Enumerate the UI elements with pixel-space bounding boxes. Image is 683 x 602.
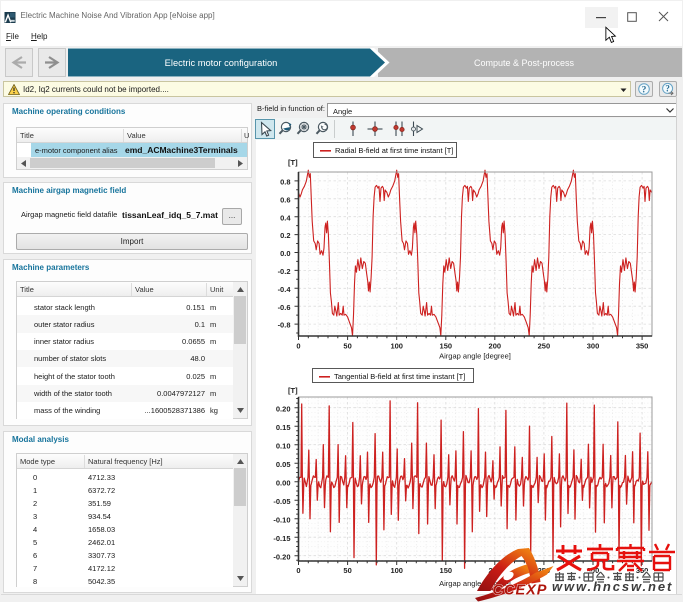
svg-text:350: 350	[636, 342, 649, 351]
svg-text:0.4: 0.4	[280, 213, 291, 222]
svg-text:0.2: 0.2	[280, 231, 290, 240]
svg-text:Electric motor configuration: Electric motor configuration	[165, 58, 278, 68]
svg-text:Compute & Post-process: Compute & Post-process	[474, 58, 575, 68]
svg-text:0.15: 0.15	[276, 423, 291, 432]
svg-text:0: 0	[296, 342, 300, 351]
svg-text:50: 50	[343, 566, 351, 575]
svg-text:-0.8: -0.8	[278, 321, 291, 330]
svg-text:-0.6: -0.6	[278, 303, 291, 312]
svg-text:-0.15: -0.15	[273, 534, 290, 543]
svg-text:[T]: [T]	[288, 158, 298, 167]
svg-text:100: 100	[390, 566, 403, 575]
svg-text:Airgap angle [degree]: Airgap angle [degree]	[439, 352, 511, 361]
svg-text:?: ?	[642, 85, 647, 95]
svg-text:0.8: 0.8	[280, 178, 290, 187]
svg-text:200: 200	[489, 342, 502, 351]
svg-text:-0.10: -0.10	[273, 515, 290, 524]
svg-text:-0.20: -0.20	[273, 552, 290, 561]
svg-text:-0.4: -0.4	[278, 285, 292, 294]
svg-text:100: 100	[390, 342, 403, 351]
svg-text:300: 300	[587, 342, 600, 351]
svg-text:0.00: 0.00	[276, 478, 291, 487]
svg-text:0: 0	[296, 566, 300, 575]
svg-text:0.20: 0.20	[276, 404, 291, 413]
svg-text:0.0: 0.0	[280, 249, 290, 258]
svg-text:?: ?	[665, 84, 670, 94]
svg-text:0.6: 0.6	[280, 195, 290, 204]
svg-text:[T]: [T]	[288, 386, 298, 395]
svg-text:150: 150	[440, 342, 453, 351]
svg-text:0.10: 0.10	[276, 441, 291, 450]
svg-text:0.05: 0.05	[276, 460, 291, 469]
svg-text:-0.05: -0.05	[273, 497, 290, 506]
svg-text:150: 150	[440, 566, 453, 575]
svg-text:250: 250	[538, 342, 551, 351]
svg-text:50: 50	[343, 342, 351, 351]
svg-text:CCEXP: CCEXP	[493, 583, 548, 599]
svg-text:-0.2: -0.2	[278, 267, 291, 276]
